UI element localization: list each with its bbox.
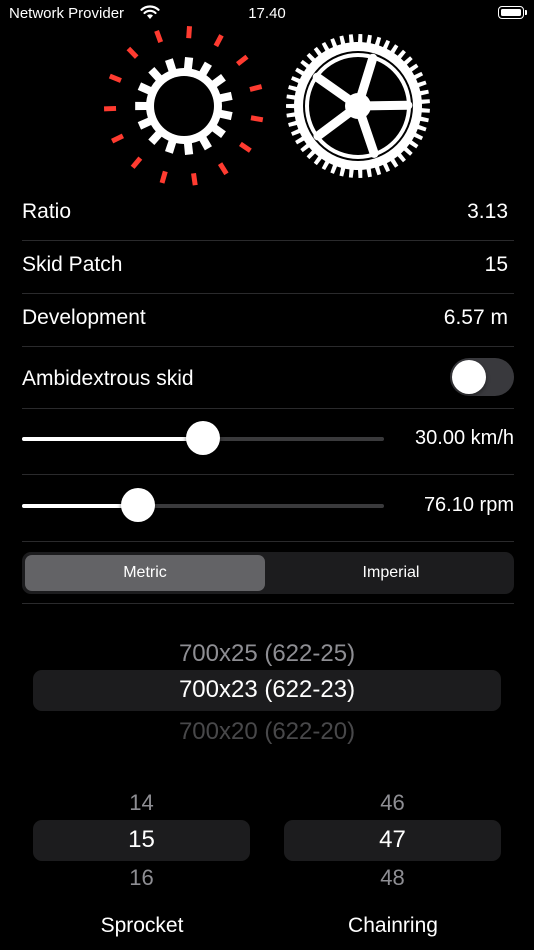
ambidextrous-row: Ambidextrous skid — [22, 348, 514, 408]
segment-imperial[interactable]: Imperial — [271, 555, 511, 591]
slider-thumb[interactable] — [186, 421, 220, 455]
segment-metric[interactable]: Metric — [25, 555, 265, 591]
picker-item-below[interactable]: 16 — [33, 865, 250, 891]
picker-item-selected[interactable]: 47 — [284, 826, 501, 854]
divider — [22, 603, 514, 604]
ratio-value: 3.13 — [467, 200, 508, 223]
skid-patch-value: 15 — [484, 253, 508, 276]
ambidextrous-toggle[interactable] — [450, 358, 514, 396]
ratio-label: Ratio — [22, 200, 72, 223]
chainring-label: Chainring — [348, 914, 438, 937]
picker-item-selected[interactable]: 15 — [33, 826, 250, 854]
picker-item-selected[interactable]: 700x23 (622-23) — [0, 676, 534, 704]
sprocket-picker[interactable]: 14 15 16 — [33, 790, 250, 890]
ambidextrous-label: Ambidextrous skid — [22, 367, 194, 390]
gear-illustration — [103, 26, 430, 186]
divider — [22, 408, 514, 409]
sprocket-gear-icon — [135, 57, 233, 155]
battery-icon — [498, 6, 527, 19]
tire-size-picker[interactable]: 700x25 (622-25) 700x23 (622-23) 700x20 (… — [0, 612, 534, 752]
picker-item-above[interactable]: 700x25 (622-25) — [0, 640, 534, 668]
picker-item-below[interactable]: 48 — [284, 865, 501, 891]
divider — [22, 541, 514, 542]
speed-slider[interactable] — [22, 418, 384, 458]
skid-patch-row: Skid Patch 15 — [22, 239, 514, 291]
toggle-knob[interactable] — [452, 360, 486, 394]
ratio-row: Ratio 3.13 — [22, 186, 514, 238]
divider — [22, 346, 514, 347]
chainring-picker[interactable]: 46 47 48 — [284, 790, 501, 890]
skid-patch-label: Skid Patch — [22, 253, 123, 276]
picker-item-above[interactable]: 46 — [284, 790, 501, 816]
speed-value: 30.00 km/h — [415, 427, 514, 449]
picker-item-faded[interactable] — [0, 622, 534, 632]
development-row: Development 6.57 m — [22, 292, 514, 344]
picker-item-above[interactable]: 14 — [33, 790, 250, 816]
sprocket-label: Sprocket — [100, 914, 184, 937]
picker-item-below[interactable]: 700x20 (622-20) — [0, 718, 534, 746]
cadence-value: 76.10 rpm — [423, 494, 514, 516]
development-label: Development — [22, 306, 146, 329]
units-segmented-control[interactable]: Metric Imperial — [22, 552, 514, 594]
development-value: 6.57 m — [443, 306, 508, 329]
slider-thumb[interactable] — [120, 488, 155, 522]
chainring-gear-icon — [286, 34, 430, 178]
slider-fill — [22, 437, 203, 441]
divider — [22, 474, 514, 475]
cadence-slider[interactable] — [22, 485, 384, 525]
